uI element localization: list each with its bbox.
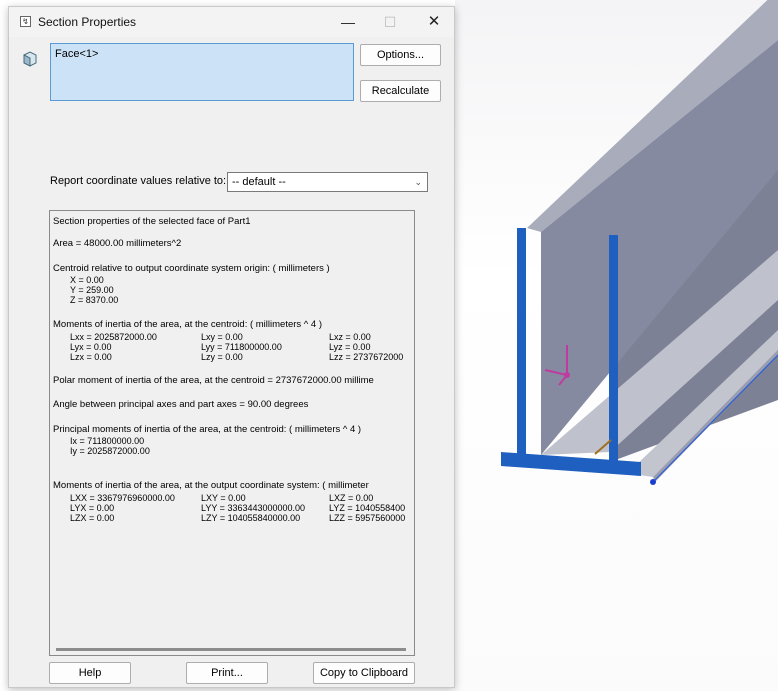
copy-to-clipboard-button[interactable]: Copy to Clipboard	[313, 662, 415, 684]
selection-list[interactable]: Face<1>	[50, 43, 354, 101]
section-properties-dialog: ↯ Section Properties — ☐ ✕ Face<1> Optio…	[8, 6, 455, 688]
vertex-point	[650, 479, 656, 485]
properties-icon: ↯	[20, 16, 31, 27]
help-button[interactable]: Help	[49, 662, 131, 684]
window-title: Section Properties	[38, 15, 137, 29]
centroid-z: Z = 8370.00	[70, 295, 119, 305]
results-report[interactable]: Section properties of the selected face …	[49, 210, 415, 656]
moi-cell: Lzx = 0.00	[70, 352, 112, 362]
centroid-header: Centroid relative to output coordinate s…	[53, 263, 330, 274]
moi-cell: Lyx = 0.00	[70, 342, 112, 352]
output-moi-cell: LYY = 3363443000000.00	[201, 503, 306, 513]
polar-moment-line: Polar moment of inertia of the area, at …	[53, 375, 374, 386]
moi-cell: Lyz = 0.00	[329, 342, 371, 352]
output-moi-cell: LYZ = 1040558400	[329, 503, 406, 513]
output-moi-cell: LXX = 3367976960000.00	[70, 493, 175, 503]
i-beam-model	[501, 0, 778, 485]
moi-cell: Lzz = 2737672000	[329, 352, 404, 362]
recalculate-button[interactable]: Recalculate	[360, 80, 441, 102]
part-face-icon	[23, 51, 37, 67]
report-title: Section properties of the selected face …	[53, 216, 251, 227]
output-moi-cell: LXZ = 0.00	[329, 493, 374, 503]
chevron-down-icon[interactable]: ⌄	[414, 173, 422, 191]
moi-header: Moments of inertia of the area, at the c…	[53, 319, 322, 330]
coordinate-system-select[interactable]: -- default -- ⌄	[227, 172, 428, 192]
output-moi-cell: LZZ = 5957560000	[329, 513, 406, 523]
output-moi-cell: LYX = 0.00	[70, 503, 115, 513]
model-viewport[interactable]	[455, 0, 778, 691]
moi-cell: Lxx = 2025872000.00	[70, 332, 157, 342]
area-line: Area = 48000.00 millimeters^2	[53, 238, 182, 249]
minimize-button[interactable]: —	[333, 11, 363, 33]
centroid-x: X = 0.00	[70, 275, 104, 285]
principal-header: Principal moments of inertia of the area…	[53, 424, 362, 435]
horizontal-scrollbar[interactable]	[56, 648, 406, 651]
output-moi-header: Moments of inertia of the area, at the o…	[53, 480, 369, 491]
centroid-y: Y = 259.00	[70, 285, 114, 295]
options-button[interactable]: Options...	[360, 44, 441, 66]
close-button[interactable]: ✕	[419, 11, 449, 33]
moi-cell: Lxz = 0.00	[329, 332, 371, 342]
moi-cell: Lzy = 0.00	[201, 352, 243, 362]
coordinate-label: Report coordinate values relative to:	[50, 175, 227, 187]
principal-iy: Iy = 2025872000.00	[70, 446, 150, 456]
output-moi-cell: LZX = 0.00	[70, 513, 115, 523]
title-bar[interactable]: ↯ Section Properties — ☐ ✕	[9, 7, 454, 37]
output-moi-cell: LZY = 104055840000.00	[201, 513, 301, 523]
print-button[interactable]: Print...	[186, 662, 268, 684]
coordinate-select-value: -- default --	[232, 176, 286, 188]
maximize-button[interactable]: ☐	[375, 11, 405, 33]
moi-cell: Lyy = 711800000.00	[201, 342, 282, 352]
output-moi-cell: LXY = 0.00	[201, 493, 246, 503]
moi-cell: Lxy = 0.00	[201, 332, 243, 342]
selection-item[interactable]: Face<1>	[55, 48, 353, 60]
principal-ix: Ix = 711800000.00	[70, 436, 145, 446]
angle-line: Angle between principal axes and part ax…	[53, 399, 309, 410]
